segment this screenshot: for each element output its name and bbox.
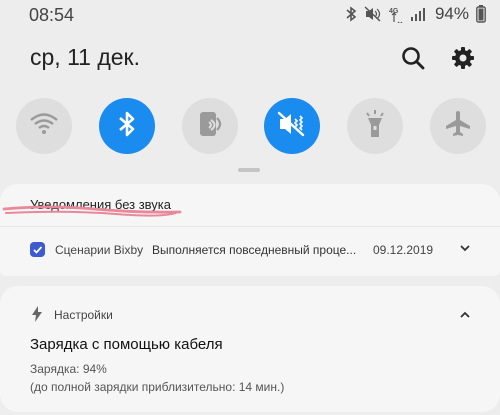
charging-level: Зарядка: 94% [30,362,107,376]
date-label: ср, 11 дек. [30,44,141,70]
qs-nfc-toggle[interactable] [181,98,238,154]
qs-airplane-toggle[interactable] [429,98,486,154]
battery-percent: 94% [434,4,469,23]
bixby-routines-icon [30,242,45,257]
drag-handle[interactable] [238,168,260,172]
silent-notifications-section: Уведомления без звука Сценарии Bixby Вып… [0,184,500,276]
battery-icon [476,5,486,23]
network-4g-icon: 4G [389,5,403,23]
bixby-notification[interactable]: Сценарии Bixby Выполняется повседневный … [0,226,500,273]
charging-title: Зарядка с помощью кабеля [30,336,223,353]
charging-time-remaining: (до полной зарядки приблизительно: 14 ми… [30,380,285,394]
mute-icon [364,6,382,22]
qs-wifi-toggle[interactable] [16,98,72,154]
notification-text: Выполняется повседневный проце... [152,243,357,257]
bluetooth-icon [345,6,357,22]
charging-app-name: Настройки [54,308,113,322]
status-icons: 4G 94% [345,4,486,24]
status-bar: 08:54 4G 94% [0,0,500,30]
signal-icon [410,6,426,22]
search-icon[interactable] [400,45,426,71]
qs-bluetooth-toggle[interactable] [98,98,155,154]
gear-icon[interactable] [450,45,476,71]
flashlight-icon [362,109,388,144]
notification-date: 09.12.2019 [373,243,434,257]
chevron-down-icon[interactable] [458,241,472,255]
bluetooth-icon [117,110,137,143]
status-time: 08:54 [29,5,75,25]
annotation-scribble [2,205,182,217]
wifi-icon [29,112,59,141]
charging-notification[interactable]: Настройки Зарядка с помощью кабеля Заряд… [0,286,500,412]
qs-flashlight-toggle[interactable] [347,98,404,154]
qs-sound-toggle[interactable] [264,98,321,154]
airplane-icon [443,109,473,144]
header-actions [400,45,476,71]
chevron-up-icon[interactable] [458,308,472,322]
nfc-icon [197,110,223,143]
sound-mute-icon [276,110,308,143]
quick-settings [16,98,486,154]
lightning-icon [31,306,43,327]
notification-app-name: Сценарии Bixby [55,243,144,257]
